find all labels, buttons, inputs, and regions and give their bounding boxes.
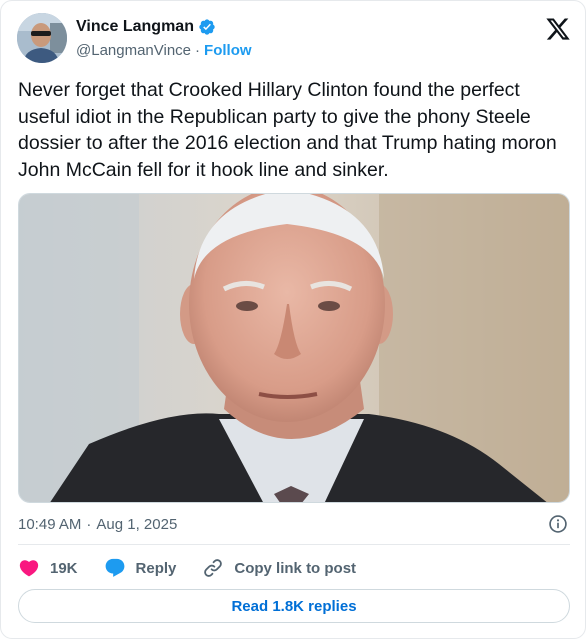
separator-dot: · bbox=[86, 515, 92, 533]
read-replies-button[interactable]: Read 1.8K replies bbox=[18, 589, 570, 623]
post-date: Aug 1, 2025 bbox=[96, 515, 178, 533]
verified-badge-icon bbox=[199, 19, 215, 35]
post-text: Never forget that Crooked Hillary Clinto… bbox=[18, 79, 557, 181]
reply-label: Reply bbox=[135, 559, 177, 577]
author-block: Vince Langman @LangmanVince · Follow bbox=[76, 16, 252, 61]
copy-link-button[interactable]: Copy link to post bbox=[202, 557, 356, 579]
like-button[interactable]: 19K bbox=[18, 557, 78, 579]
info-icon[interactable] bbox=[548, 514, 568, 534]
post-header: Vince Langman @LangmanVince · Follow bbox=[17, 13, 571, 65]
like-count: 19K bbox=[50, 559, 78, 577]
post-image[interactable] bbox=[18, 193, 570, 503]
heart-icon bbox=[19, 560, 39, 577]
divider bbox=[18, 544, 570, 545]
copy-link-label: Copy link to post bbox=[234, 559, 357, 577]
x-logo-icon[interactable] bbox=[545, 16, 571, 42]
author-handle[interactable]: @LangmanVince bbox=[76, 42, 191, 59]
speech-bubble-icon bbox=[105, 558, 124, 577]
post-time: 10:49 AM bbox=[18, 515, 82, 533]
follow-button[interactable]: Follow bbox=[204, 42, 252, 59]
author-name[interactable]: Vince Langman bbox=[76, 18, 194, 36]
link-icon bbox=[204, 559, 223, 577]
separator-dot: · bbox=[195, 41, 201, 59]
post-actions: 19K Reply Copy link to post bbox=[18, 554, 382, 582]
avatar[interactable] bbox=[17, 13, 67, 63]
embedded-post-card: Vince Langman @LangmanVince · Follow Nev… bbox=[0, 0, 586, 639]
post-timestamp[interactable]: 10:49 AM · Aug 1, 2025 bbox=[18, 513, 570, 535]
reply-button[interactable]: Reply bbox=[104, 557, 177, 579]
